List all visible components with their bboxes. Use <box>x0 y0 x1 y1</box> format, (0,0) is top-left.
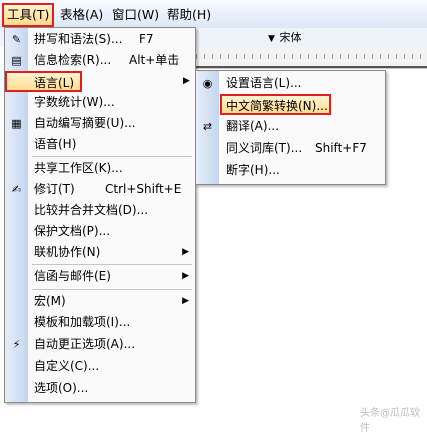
translate-icon: ⇄ <box>202 120 213 133</box>
menu-item-word-count[interactable]: 字数统计(W)... <box>5 92 195 113</box>
menu-item-online-collaboration[interactable]: 联机协作(N) ▶ <box>5 242 195 263</box>
menu-item-language[interactable]: 语言(L) <box>5 71 82 92</box>
menu-item-label: 选项(O)... <box>34 381 89 395</box>
menu-item-label: 信息检索(R)... <box>34 53 112 67</box>
track-changes-icon: ✍ <box>11 183 22 196</box>
menu-item-letters-mailings[interactable]: 信函与邮件(E) ▶ <box>5 266 195 287</box>
menu-table[interactable]: 表格(A) <box>60 6 103 24</box>
menu-item-label: 中文简繁转换(N)... <box>226 99 328 113</box>
menu-item-research[interactable]: ▤ 信息检索(R)... Alt+单击 <box>5 50 195 71</box>
menu-item-protect-document[interactable]: 保护文档(P)... <box>5 221 195 242</box>
menu-item-translate[interactable]: ⇄ 翻译(A)... <box>196 116 385 137</box>
menu-separator <box>32 289 192 290</box>
menu-item-label: 同义词库(T)... <box>226 141 303 155</box>
chevron-down-icon[interactable]: ▼ <box>268 32 276 46</box>
menu-item-label: 拼写和语法(S)... <box>34 32 123 46</box>
set-language-icon: ◉ <box>202 77 213 90</box>
menu-item-options[interactable]: 选项(O)... <box>5 378 195 399</box>
menu-item-shortcut: F7 <box>139 32 154 46</box>
menu-item-chinese-conversion[interactable]: 中文简繁转换(N)... <box>220 94 331 115</box>
menu-item-hyphenation[interactable]: 断字(H)... <box>196 160 385 181</box>
summary-icon: ▦ <box>11 117 22 130</box>
menu-item-shortcut: Shift+F7 <box>315 141 367 155</box>
submenu-arrow-icon: ▶ <box>182 247 189 257</box>
tools-menu: ✎ 拼写和语法(S)... F7 ▤ 信息检索(R)... Alt+单击 语言(… <box>4 27 196 403</box>
menu-item-label: 设置语言(L)... <box>226 76 302 90</box>
submenu-arrow-icon: ▶ <box>182 296 189 306</box>
menu-item-shared-workspace[interactable]: 共享工作区(K)... <box>5 158 195 179</box>
menu-item-speech[interactable]: 语音(H) <box>5 134 195 155</box>
menu-item-autocorrect[interactable]: ⚡ 自动更正选项(A)... <box>5 334 195 355</box>
menu-item-label: 语音(H) <box>34 137 77 151</box>
menu-item-label: 信函与邮件(E) <box>34 269 111 283</box>
menu-item-label: 翻译(A)... <box>226 119 280 133</box>
ruler-edge <box>196 66 427 68</box>
menu-item-autosummarize[interactable]: ▦ 自动编写摘要(U)... <box>5 113 195 134</box>
menu-separator <box>32 156 192 157</box>
menu-item-label: 自定义(C)... <box>34 359 100 373</box>
menu-item-shortcut: Alt+单击 <box>129 53 180 67</box>
menu-item-label: 字数统计(W)... <box>34 95 115 109</box>
menu-item-label: 修订(T) <box>34 182 75 196</box>
spelling-icon: ✎ <box>11 33 22 46</box>
menu-item-label: 语言(L) <box>34 76 75 90</box>
menu-item-compare-merge[interactable]: 比较并合并文档(D)... <box>5 200 195 221</box>
menu-item-label: 自动编写摘要(U)... <box>34 116 136 130</box>
menu-item-shortcut: Ctrl+Shift+E <box>105 182 182 196</box>
submenu-arrow-icon: ▶ <box>183 76 190 86</box>
menu-item-label: 比较并合并文档(D)... <box>34 203 149 217</box>
menu-item-label: 联机协作(N) <box>34 245 101 259</box>
font-name-value: 宋体 <box>279 31 302 44</box>
menu-separator <box>32 264 192 265</box>
menu-item-label: 断字(H)... <box>226 163 280 177</box>
menu-item-track-changes[interactable]: ✍ 修订(T) Ctrl+Shift+E <box>5 179 195 200</box>
menu-item-label: 自动更正选项(A)... <box>34 337 136 351</box>
menu-item-macro[interactable]: 宏(M) ▶ <box>5 291 195 312</box>
autocorrect-icon: ⚡ <box>12 338 21 351</box>
menu-item-label: 共享工作区(K)... <box>34 161 123 175</box>
menu-bar: 工具(T) 表格(A) 窗口(W) 帮助(H) <box>0 0 427 29</box>
research-icon: ▤ <box>11 54 22 67</box>
menu-item-label: 宏(M) <box>34 294 66 308</box>
menu-item-spelling[interactable]: ✎ 拼写和语法(S)... F7 <box>5 29 195 50</box>
menu-item-thesaurus[interactable]: 同义词库(T)... Shift+F7 <box>196 138 385 159</box>
menu-window[interactable]: 窗口(W) <box>112 6 159 24</box>
submenu-arrow-icon: ▶ <box>182 271 189 281</box>
menu-item-templates-addins[interactable]: 模板和加载项(I)... <box>5 312 195 333</box>
language-submenu: ◉ 设置语言(L)... 中文简繁转换(N)... ⇄ 翻译(A)... 同义词… <box>195 70 386 185</box>
menu-item-set-language[interactable]: ◉ 设置语言(L)... <box>196 73 385 94</box>
menu-item-label: 模板和加载项(I)... <box>34 315 131 329</box>
menu-item-customize[interactable]: 自定义(C)... <box>5 356 195 377</box>
menu-tools[interactable]: 工具(T) <box>2 3 55 27</box>
menu-help[interactable]: 帮助(H) <box>167 6 211 24</box>
watermark: 头条@瓜瓜软件 <box>360 408 420 434</box>
font-name-combo[interactable]: ▼ 宋体 <box>268 31 418 45</box>
menu-item-label: 保护文档(P)... <box>34 224 111 238</box>
